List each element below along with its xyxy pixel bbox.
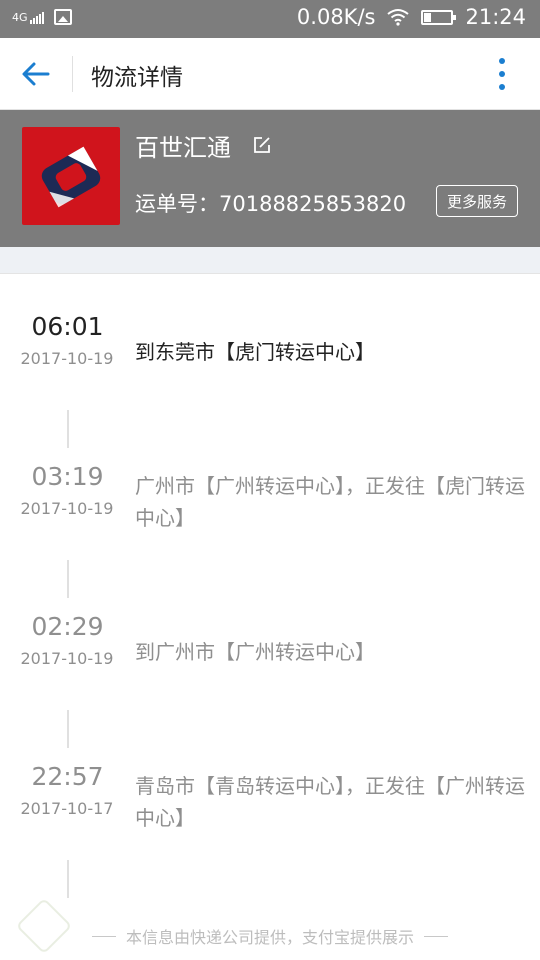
status-bar-right: 0.08K/s 21:24	[297, 5, 526, 29]
courier-panel: 百世汇通 运单号：70188825853820 更多服务	[0, 110, 540, 247]
event-date: 2017-10-17	[20, 799, 114, 818]
footer-text: 本信息由快递公司提供，支付宝提供展示	[125, 928, 414, 947]
back-arrow-icon[interactable]	[20, 59, 52, 89]
timeline-connector	[67, 410, 69, 448]
status-bar: 4G 0.08K/s 21:24	[0, 0, 540, 38]
event-description: 青岛市【青岛转运中心】，正发往【广州转运中心】	[135, 774, 525, 830]
battery-icon	[421, 9, 457, 25]
event-time: 03:19	[31, 462, 104, 491]
waybill-value: 70188825853820	[219, 192, 407, 216]
event-time: 02:29	[31, 612, 104, 641]
section-separator	[0, 247, 540, 274]
page-title: 物流详情	[91, 65, 183, 91]
signal-icon: 4G	[12, 11, 44, 24]
courier-logo	[22, 127, 120, 225]
network-speed: 0.08K/s	[296, 5, 376, 29]
edit-icon[interactable]	[252, 135, 272, 155]
timeline-connector	[67, 560, 69, 598]
clock: 21:24	[465, 5, 526, 29]
app-bar: 物流详情	[0, 38, 540, 110]
gallery-notification-icon	[53, 9, 72, 25]
event-description: 到东莞市【虎门转运中心】	[135, 340, 375, 364]
event-description: 广州市【广州转运中心】，正发往【虎门转运中心】	[135, 474, 525, 530]
wifi-icon	[387, 9, 410, 26]
event-time: 22:57	[31, 762, 104, 791]
waybill-number: 运单号：70188825853820	[135, 188, 406, 218]
courier-name: 百世汇通	[135, 134, 231, 162]
waybill-label: 运单号：	[135, 192, 219, 216]
app-bar-divider	[72, 56, 73, 92]
network-type: 4G	[12, 10, 28, 24]
event-description: 到广州市【广州转运中心】	[135, 640, 375, 664]
more-options-icon[interactable]	[498, 58, 506, 90]
more-services-button[interactable]: 更多服务	[436, 185, 518, 217]
timeline-connector	[67, 710, 69, 748]
event-time: 06:01	[31, 312, 104, 341]
status-bar-left: 4G	[12, 9, 72, 25]
footer-note: 本信息由快递公司提供，支付宝提供展示	[0, 924, 540, 948]
event-date: 2017-10-19	[20, 499, 114, 518]
timeline-connector	[67, 860, 69, 898]
event-date: 2017-10-19	[20, 649, 114, 668]
event-date: 2017-10-19	[20, 349, 114, 368]
